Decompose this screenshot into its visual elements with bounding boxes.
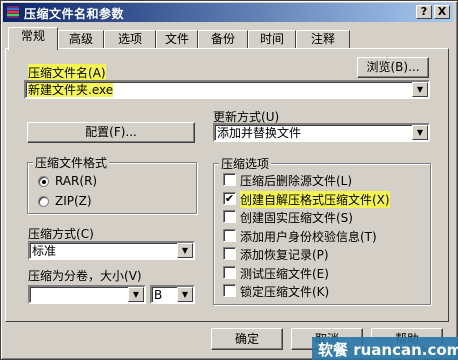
- tab-files[interactable]: 文件: [156, 30, 198, 49]
- option-label: 添加用户身份校验信息(T): [240, 230, 377, 244]
- option-label: 添加恢复记录(P): [240, 248, 329, 262]
- tab-label: 注释: [310, 32, 335, 46]
- option-label: 测试压缩文件(E): [240, 267, 329, 281]
- tab-advanced[interactable]: 高级: [58, 30, 104, 49]
- tab-label: 文件: [164, 32, 189, 46]
- option-checkbox[interactable]: [223, 247, 236, 260]
- archive-name-value: 新建文件夹.exe: [28, 83, 114, 97]
- tab-label: 备份: [210, 32, 235, 46]
- tab-label: 选项: [117, 32, 142, 46]
- tab-label: 高级: [68, 32, 93, 46]
- tab-label: 时间: [259, 32, 284, 46]
- option-label: 锁定压缩文件(K): [240, 285, 330, 299]
- ok-button[interactable]: 确定: [211, 328, 283, 350]
- split-size-combo[interactable]: ▼: [28, 285, 146, 304]
- tab-time[interactable]: 时间: [248, 30, 296, 49]
- option-checkbox[interactable]: [223, 229, 236, 242]
- archive-name-hotkey: (A): [88, 66, 106, 80]
- tab-general[interactable]: 常规: [8, 27, 58, 50]
- compression-method-value: 标准: [32, 244, 57, 258]
- option-label: 创建自解压格式压缩文件(X): [240, 191, 390, 208]
- split-unit-value: B: [154, 288, 163, 302]
- chevron-down-icon[interactable]: ▼: [177, 287, 193, 302]
- chevron-down-icon[interactable]: ▼: [177, 243, 193, 258]
- rar-radio-label: RAR(R): [55, 174, 98, 188]
- tab-comment[interactable]: 注释: [296, 30, 350, 49]
- chevron-down-icon[interactable]: ▼: [412, 82, 428, 97]
- update-mode-value: 添加并替换文件: [217, 126, 302, 140]
- watermark-text: 软餐 ruancan.com: [318, 341, 458, 359]
- archive-name-combo[interactable]: 新建文件夹.exe ▼: [24, 80, 430, 99]
- split-unit-combo[interactable]: B ▼: [150, 285, 195, 304]
- archive-name-label: 压缩文件名(A): [28, 64, 106, 81]
- option-checkbox[interactable]: [223, 284, 236, 297]
- update-mode-combo[interactable]: 添加并替换文件 ▼: [213, 123, 430, 142]
- tab-label: 常规: [20, 29, 45, 43]
- option-checkbox[interactable]: [223, 266, 236, 279]
- option-label: 创建固实压缩文件(S): [240, 211, 353, 225]
- zip-radio[interactable]: [38, 196, 49, 207]
- archive-options-title: 压缩选项: [219, 155, 272, 172]
- winrar-icon: [7, 6, 19, 18]
- option-checkbox[interactable]: ✔: [223, 192, 236, 205]
- profiles-button[interactable]: 配置(F)...: [27, 122, 195, 143]
- title-bar[interactable]: 压缩文件名和参数 ? X: [3, 3, 453, 22]
- help-title-button[interactable]: ?: [416, 5, 432, 19]
- archive-format-title: 压缩文件格式: [33, 154, 110, 171]
- option-checkbox[interactable]: [223, 210, 236, 223]
- chevron-down-icon[interactable]: ▼: [412, 125, 428, 140]
- window-title: 压缩文件名和参数: [24, 7, 125, 21]
- zip-radio-label: ZIP(Z): [55, 194, 92, 208]
- compression-method-label: 压缩方式(C): [28, 227, 94, 241]
- split-volumes-label: 压缩为分卷，大小(V): [28, 269, 142, 283]
- chevron-down-icon[interactable]: ▼: [128, 287, 144, 302]
- rar-radio[interactable]: [38, 176, 49, 187]
- tab-options[interactable]: 选项: [104, 30, 156, 49]
- browse-button[interactable]: 浏览(B)...: [357, 57, 429, 78]
- option-checkbox[interactable]: [223, 173, 236, 186]
- compression-method-combo[interactable]: 标准 ▼: [28, 241, 195, 260]
- tab-backup[interactable]: 备份: [198, 30, 248, 49]
- option-label: 压缩后删除源文件(L): [240, 174, 353, 188]
- close-title-button[interactable]: X: [434, 5, 450, 19]
